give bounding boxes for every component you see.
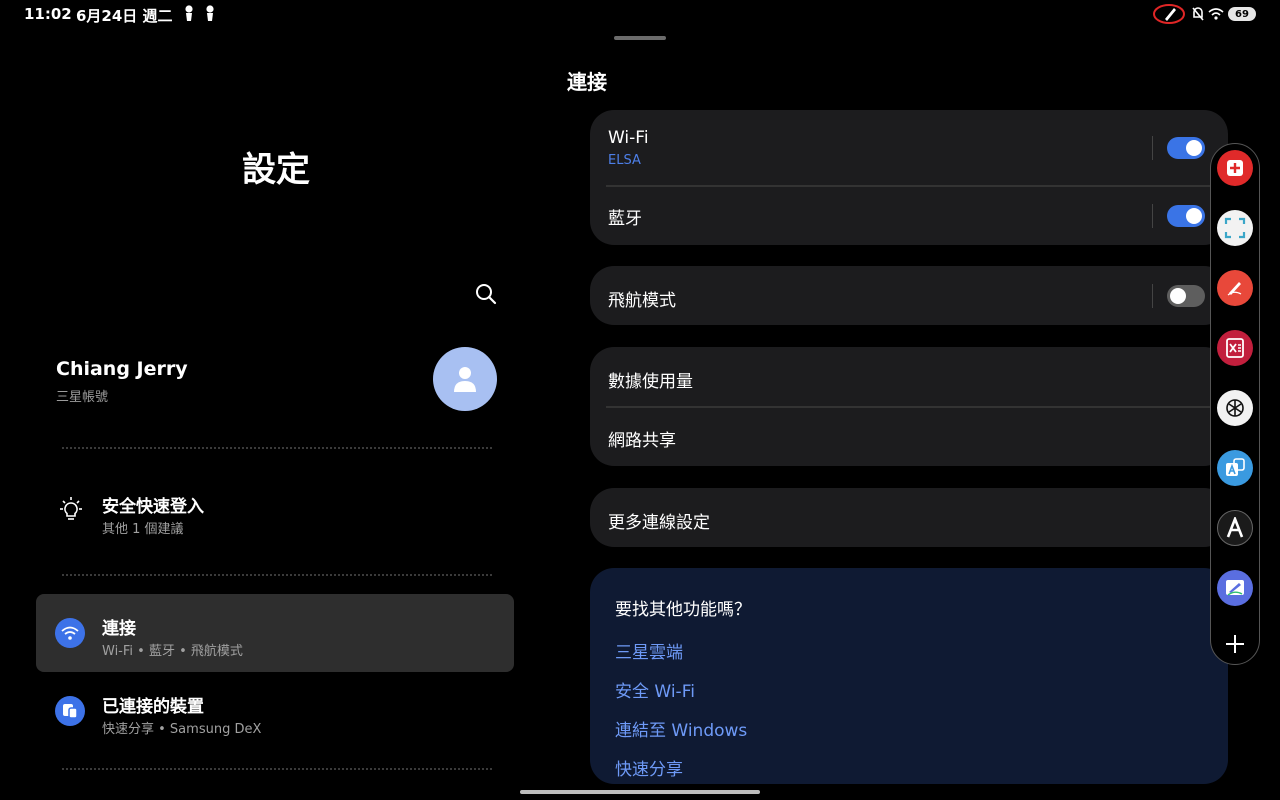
whiteboard-icon[interactable] xyxy=(1217,570,1253,606)
menu-item-connections[interactable]: 連接 Wi-Fi • 藍牙 • 飛航模式 xyxy=(36,594,514,672)
data-usage-label: 數據使用量 xyxy=(608,372,693,392)
menu-item-subtitle: Wi-Fi • 藍牙 • 飛航模式 xyxy=(102,644,243,659)
person-icon xyxy=(454,367,476,392)
wifi-icon xyxy=(55,618,85,648)
lightbulb-icon xyxy=(60,497,82,520)
add-icon[interactable] xyxy=(1217,626,1253,662)
airplane-card: 飛航模式 xyxy=(590,266,1228,325)
menu-item-title: 已連接的裝置 xyxy=(102,697,204,717)
airplane-label: 飛航模式 xyxy=(608,291,676,311)
menu-item-subtitle: 快速分享 • Samsung DeX xyxy=(102,722,262,737)
separator xyxy=(1152,204,1153,228)
profile-name: Chiang Jerry xyxy=(56,358,188,380)
more-settings-card: 更多連線設定 xyxy=(590,488,1228,547)
add-note-icon[interactable] xyxy=(1217,150,1253,186)
suggestion-item[interactable]: 安全快速登入 其他 1 個建議 xyxy=(56,490,516,540)
status-bar: 11:02 6月24日 週二 69 xyxy=(0,0,1280,30)
hotspot-label: 網路共享 xyxy=(608,431,676,451)
data-card: 數據使用量 網路共享 xyxy=(590,347,1228,466)
page-title: 設定 xyxy=(242,150,310,190)
looking-for-something-card: 要找其他功能嗎？ 三星雲端 安全 Wi-Fi 連結至 Windows 快速分享 xyxy=(590,568,1228,784)
suggestion-title: 安全快速登入 xyxy=(102,497,204,517)
search-icon[interactable] xyxy=(474,282,498,306)
divider xyxy=(62,574,492,576)
avatar[interactable] xyxy=(433,347,497,411)
menu-item-title: 連接 xyxy=(102,619,136,639)
wifi-toggle[interactable] xyxy=(1167,137,1205,159)
edge-panel xyxy=(1210,143,1260,665)
pen-icon xyxy=(1153,4,1185,24)
divider xyxy=(62,447,492,449)
more-settings-row[interactable]: 更多連線設定 xyxy=(590,488,1228,547)
separator xyxy=(1152,284,1153,308)
wifi-icon xyxy=(1208,8,1224,20)
hotspot-row[interactable]: 網路共享 xyxy=(590,408,1228,466)
chatgpt-icon[interactable] xyxy=(1217,390,1253,426)
airplane-row[interactable]: 飛航模式 xyxy=(590,266,1228,325)
bottom-drag-handle[interactable] xyxy=(520,790,760,794)
translate-icon[interactable] xyxy=(1217,450,1253,486)
data-usage-row[interactable]: 數據使用量 xyxy=(590,347,1228,406)
divider xyxy=(62,768,492,770)
link-windows[interactable]: 連結至 Windows xyxy=(615,716,747,741)
top-drag-handle[interactable] xyxy=(614,36,666,40)
suggestion-subtitle: 其他 1 個建議 xyxy=(102,522,184,537)
notification-icon xyxy=(185,5,193,21)
menu-item-connected-devices[interactable]: 已連接的裝置 快速分享 • Samsung DeX xyxy=(36,672,514,750)
profile-subtitle: 三星帳號 xyxy=(56,390,109,405)
status-date: 6月24日 週二 xyxy=(76,7,173,25)
more-settings-label: 更多連線設定 xyxy=(608,513,710,533)
section-title: 連接 xyxy=(567,70,607,94)
bluetooth-toggle[interactable] xyxy=(1167,205,1205,227)
font-app-icon[interactable] xyxy=(1217,510,1253,546)
notification-icon xyxy=(206,5,214,21)
mute-icon xyxy=(1192,7,1204,21)
airplane-toggle[interactable] xyxy=(1167,285,1205,307)
link-secure-wifi[interactable]: 安全 Wi-Fi xyxy=(615,677,695,702)
bluetooth-label: 藍牙 xyxy=(608,209,642,229)
wifi-row[interactable]: Wi-Fi ELSA xyxy=(590,110,1228,185)
wifi-label: Wi-Fi xyxy=(608,128,649,148)
link-quick-share[interactable]: 快速分享 xyxy=(615,755,683,780)
devices-icon xyxy=(55,696,85,726)
separator xyxy=(1152,136,1153,160)
battery-icon: 69 xyxy=(1228,7,1256,21)
status-time: 11:02 xyxy=(24,5,72,23)
office-app-icon[interactable] xyxy=(1217,330,1253,366)
bluetooth-row[interactable]: 藍牙 xyxy=(590,187,1228,245)
screen-capture-icon[interactable] xyxy=(1217,210,1253,246)
link-samsung-cloud[interactable]: 三星雲端 xyxy=(615,638,683,663)
suggest-title: 要找其他功能嗎？ xyxy=(615,600,751,620)
wifi-network-name: ELSA xyxy=(608,153,641,168)
wifi-bluetooth-card: Wi-Fi ELSA 藍牙 xyxy=(590,110,1228,245)
pen-app-icon[interactable] xyxy=(1217,270,1253,306)
